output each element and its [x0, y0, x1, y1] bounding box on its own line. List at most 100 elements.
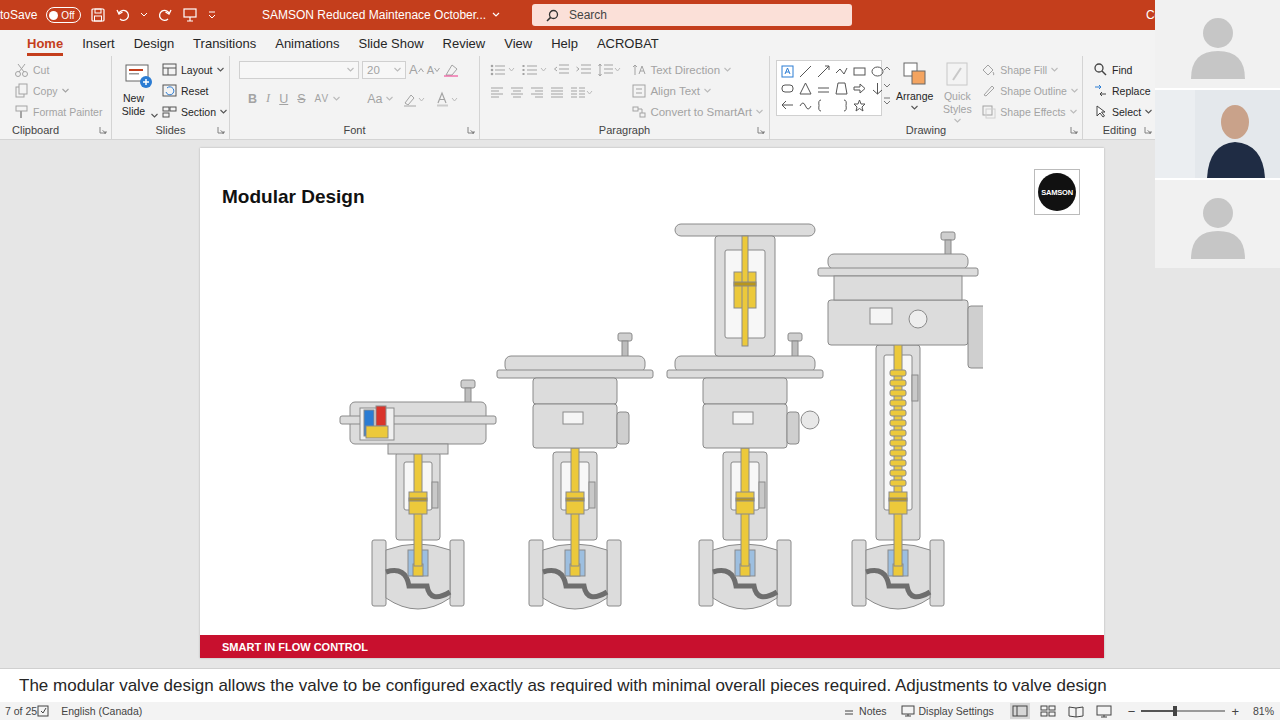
paragraph-button[interactable]: Align Text: [632, 81, 763, 100]
shape-icon[interactable]: [799, 99, 812, 112]
format-button[interactable]: B: [248, 89, 257, 108]
editing-button[interactable]: Find: [1093, 60, 1152, 79]
font-size-field[interactable]: 20: [362, 61, 406, 79]
redo-icon[interactable]: [157, 7, 173, 23]
notes-button[interactable]: Notes: [843, 705, 886, 717]
shape-fill-icon[interactable]: [981, 62, 996, 77]
layout-icon[interactable]: [162, 62, 177, 77]
clipboard-button[interactable]: Cut: [14, 60, 102, 79]
normal-view-icon[interactable]: [1012, 704, 1028, 718]
dialog-launcher-icon[interactable]: [467, 126, 475, 134]
undo-icon[interactable]: [115, 7, 131, 23]
editing-button[interactable]: Select: [1093, 102, 1152, 121]
justify-icon[interactable]: [550, 86, 564, 100]
format-button[interactable]: Aa: [367, 89, 393, 108]
dialog-launcher-icon[interactable]: [757, 126, 765, 134]
shape-icon[interactable]: [871, 65, 884, 78]
arrange-button[interactable]: Arrange: [896, 60, 933, 121]
shape-icon[interactable]: [781, 65, 794, 78]
ribbon-tab[interactable]: Help: [551, 30, 578, 56]
shape-icon[interactable]: [817, 82, 830, 95]
dropdown-arrow-icon[interactable]: [911, 105, 918, 110]
align-text-icon[interactable]: [632, 84, 646, 98]
undo-dropdown-icon[interactable]: [140, 7, 148, 23]
clipboard-button[interactable]: Format Painter: [14, 102, 102, 121]
dropdown-arrow-icon[interactable]: [954, 118, 961, 123]
font-color-icon[interactable]: [435, 91, 459, 107]
scroll-up-icon[interactable]: [882, 64, 892, 74]
dropdown-arrow-icon[interactable]: [394, 67, 401, 72]
document-title[interactable]: SAMSON Reduced Maintenace October...: [262, 8, 532, 22]
zoom-thumb[interactable]: [1173, 706, 1177, 716]
dropdown-arrow-icon[interactable]: [151, 113, 158, 118]
dialog-launcher-icon[interactable]: [1144, 126, 1152, 134]
highlight-icon[interactable]: [402, 91, 426, 107]
paragraph-button[interactable]: Text Direction: [632, 60, 763, 79]
dialog-launcher-icon[interactable]: [217, 126, 225, 134]
dropdown-arrow-icon[interactable]: [62, 88, 69, 93]
dialog-launcher-icon[interactable]: [99, 126, 107, 134]
ribbon-tab[interactable]: Slide Show: [359, 30, 424, 56]
section-icon[interactable]: [162, 104, 177, 119]
more-shapes-icon[interactable]: [882, 96, 892, 106]
view-button[interactable]: [1094, 703, 1114, 719]
slides-button[interactable]: Reset: [162, 81, 227, 100]
autosave-toggle[interactable]: Off: [46, 7, 80, 23]
ribbon-tab[interactable]: Review: [443, 30, 486, 56]
new-slide-icon[interactable]: [123, 60, 153, 90]
shape-icon[interactable]: [799, 82, 812, 95]
view-button[interactable]: [1038, 703, 1058, 719]
format-painter-icon[interactable]: [14, 104, 29, 119]
increase-indent-icon[interactable]: [576, 63, 592, 77]
slideshow-icon[interactable]: [1096, 704, 1112, 718]
zoom-slider[interactable]: [1141, 710, 1225, 712]
dropdown-arrow-icon[interactable]: [1051, 67, 1058, 72]
ribbon-tab[interactable]: Transitions: [193, 30, 256, 56]
display-icon[interactable]: [901, 705, 915, 717]
shape-format-button[interactable]: Shape Effects: [981, 102, 1078, 121]
format-button[interactable]: I: [266, 89, 270, 108]
line-spacing-icon[interactable]: [598, 63, 622, 77]
ribbon-tab[interactable]: Insert: [82, 30, 115, 56]
slide-sorter-icon[interactable]: [1040, 704, 1056, 718]
zoom-out-button[interactable]: −: [1128, 704, 1136, 719]
shrink-font-button[interactable]: A: [427, 60, 440, 79]
replace-icon[interactable]: [1093, 83, 1108, 98]
dropdown-arrow-icon[interactable]: [1145, 109, 1152, 114]
customize-toolbar-icon[interactable]: [207, 7, 217, 23]
cut-icon[interactable]: [14, 62, 29, 77]
shape-effects-icon[interactable]: [981, 104, 996, 119]
shape-icon[interactable]: [853, 65, 866, 78]
align-left-icon[interactable]: [490, 86, 504, 100]
new-slide-button[interactable]: New Slide: [118, 60, 158, 121]
dropdown-arrow-icon[interactable]: [386, 96, 393, 101]
columns-icon[interactable]: [570, 86, 594, 100]
numbering-icon[interactable]: [522, 63, 548, 77]
arrange-icon[interactable]: [901, 60, 929, 88]
dropdown-arrow-icon[interactable]: [704, 88, 711, 93]
shape-icon[interactable]: [871, 82, 884, 95]
align-center-icon[interactable]: [510, 86, 524, 100]
dropdown-arrow-icon[interactable]: [756, 109, 763, 114]
dialog-launcher-icon[interactable]: [1070, 126, 1078, 134]
shape-icon[interactable]: [799, 65, 812, 78]
shape-icon[interactable]: [781, 82, 794, 95]
zoom-in-button[interactable]: +: [1231, 704, 1239, 719]
shape-icon[interactable]: [835, 65, 848, 78]
quick-styles-icon[interactable]: [943, 60, 971, 88]
reading-view-icon[interactable]: [1068, 704, 1084, 718]
font-name-field[interactable]: [239, 61, 359, 79]
shape-icon[interactable]: [853, 99, 866, 112]
dropdown-arrow-icon[interactable]: [1071, 88, 1078, 93]
ribbon-tab[interactable]: Design: [134, 30, 174, 56]
dropdown-arrow-icon[interactable]: [347, 67, 354, 72]
paragraph-button[interactable]: Convert to SmartArt: [632, 102, 763, 121]
clipboard-button[interactable]: Copy: [14, 81, 102, 100]
copy-icon[interactable]: [14, 83, 29, 98]
shape-format-button[interactable]: Shape Outline: [981, 81, 1078, 100]
ribbon-tab[interactable]: View: [504, 30, 532, 56]
format-button[interactable]: U: [279, 89, 288, 108]
save-icon[interactable]: [90, 7, 106, 23]
ribbon-tab[interactable]: Home: [27, 30, 63, 56]
bullets-icon[interactable]: [490, 63, 516, 77]
